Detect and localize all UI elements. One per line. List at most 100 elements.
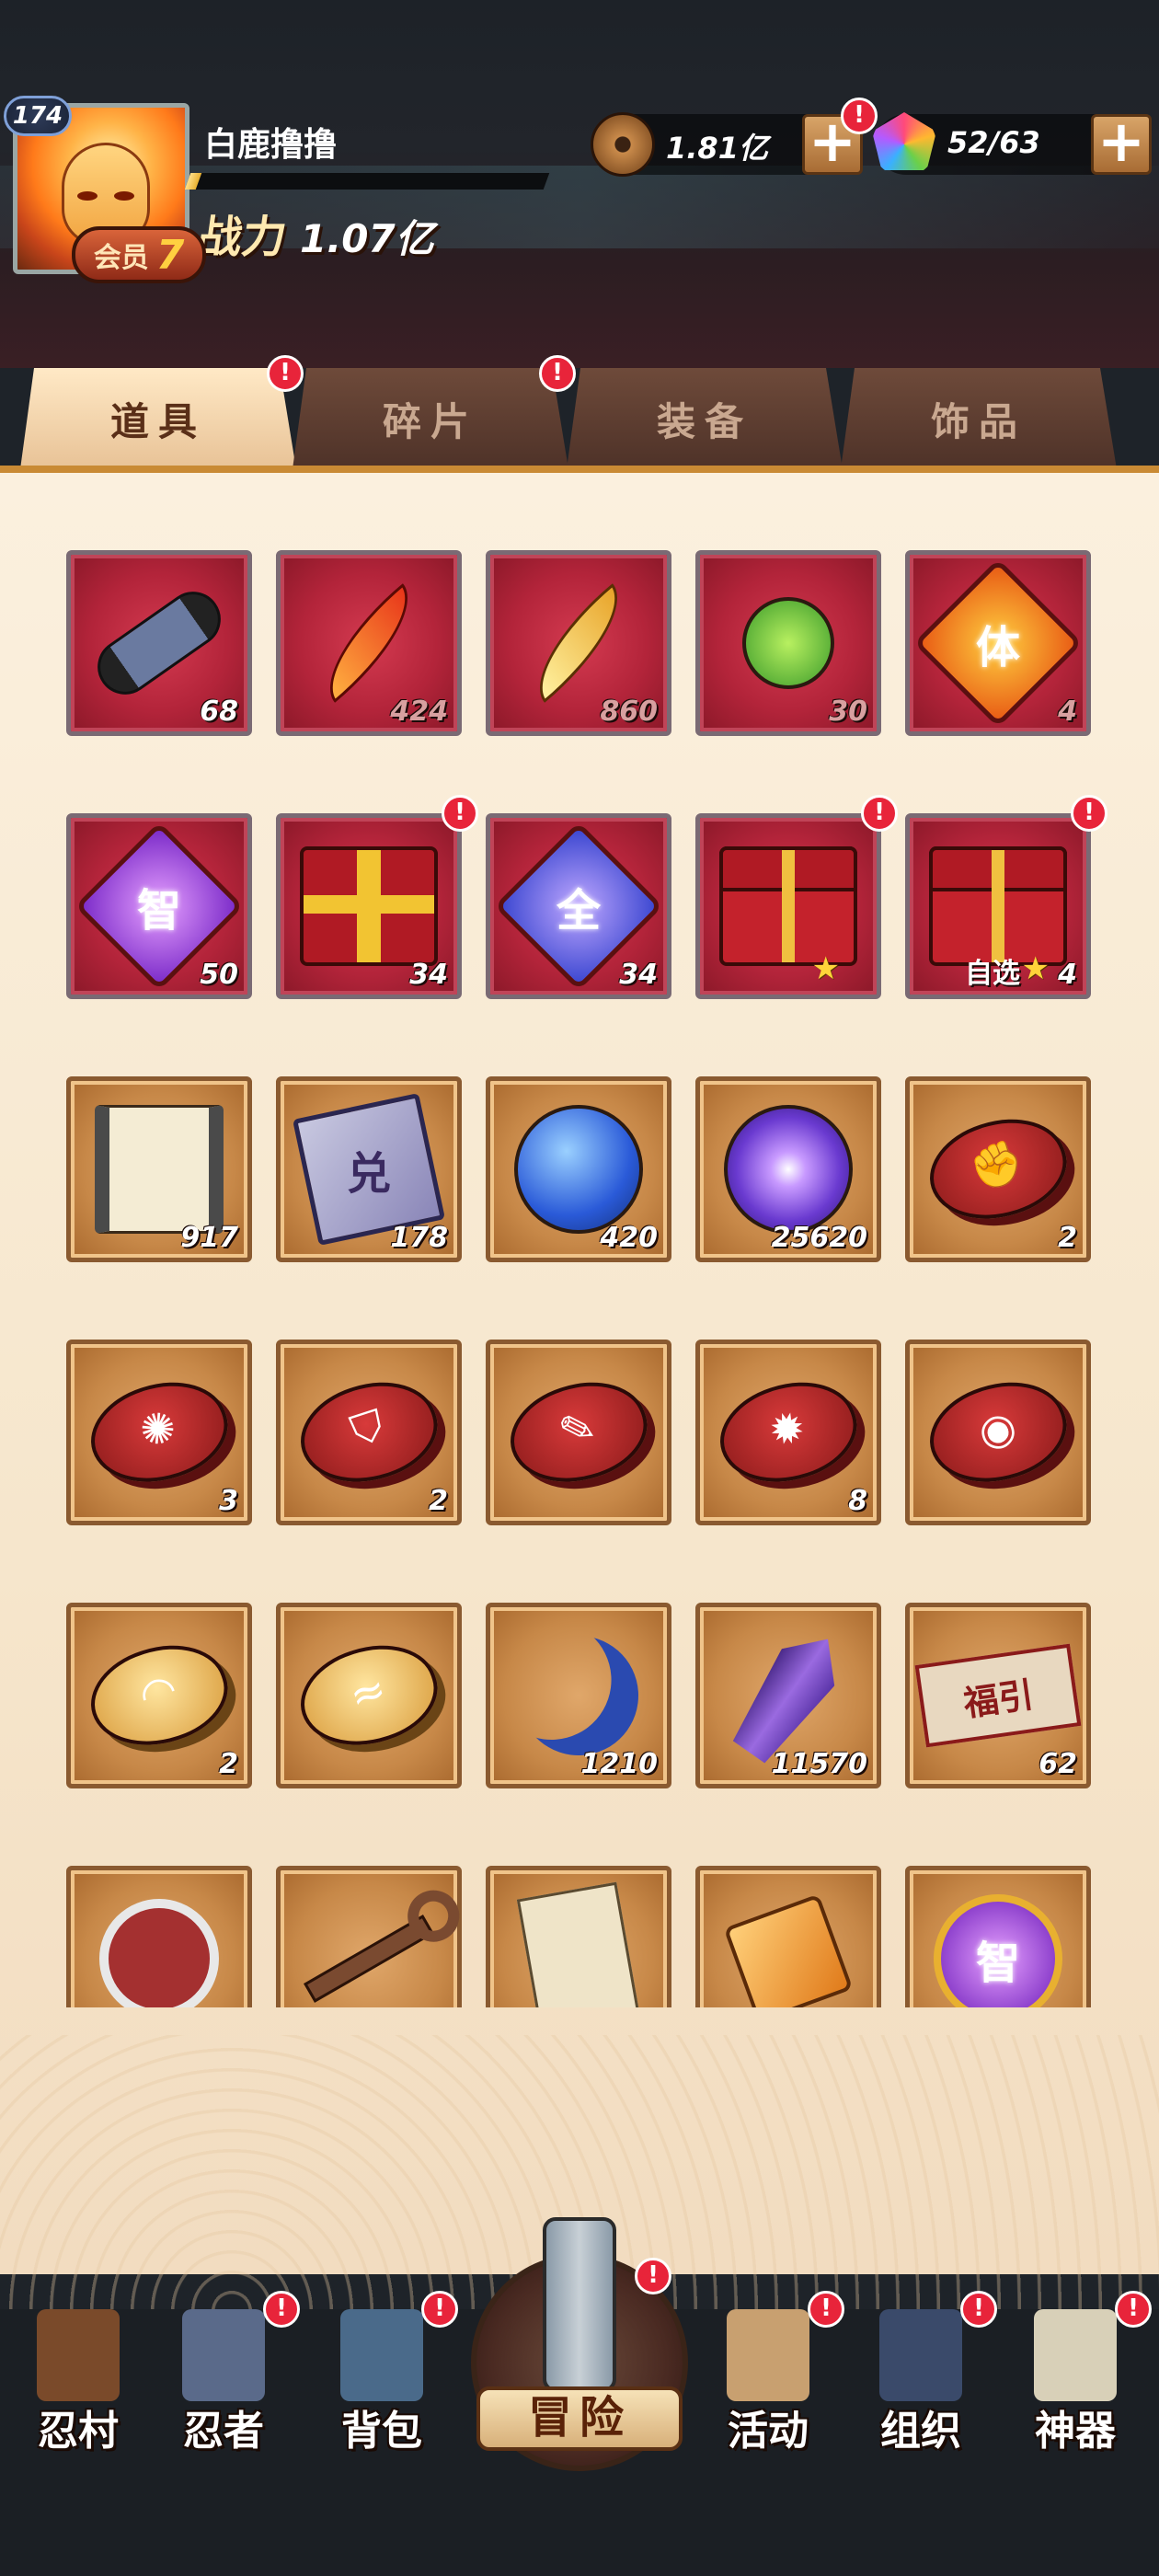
item-glyph: 全 <box>556 885 602 937</box>
avatar-eye <box>77 191 98 201</box>
item-quantity: 1210 <box>580 1748 659 1780</box>
nav-alert-badge: ! <box>635 2258 671 2294</box>
tab-accessories[interactable]: 饰品 <box>841 368 1117 469</box>
item-quantity: 424 <box>390 696 448 728</box>
inventory-item[interactable]: 11570 <box>695 1603 881 1788</box>
item-glyph: 兑 <box>346 1148 392 1200</box>
inventory-item[interactable] <box>66 1866 252 2007</box>
nav-label: 忍者 <box>183 2408 264 2455</box>
item-glyph: 智 <box>975 1938 1021 1989</box>
item-quantity: 68 <box>200 696 238 728</box>
exp-bar <box>184 173 550 190</box>
tab-alert-badge: ! <box>539 355 576 392</box>
inventory-item[interactable]: 34 <box>276 813 462 999</box>
tab-label: 碎片 <box>382 398 478 444</box>
inventory-item[interactable]: ✊ 2 <box>905 1076 1091 1262</box>
nav-artifact[interactable]: 神器 <box>1006 2309 1144 2456</box>
star-icon: ★ <box>1021 950 1050 987</box>
tab-items[interactable]: 道具 <box>20 368 296 469</box>
inventory-item[interactable]: ★ <box>695 813 881 999</box>
bottom-nav: 忍村 忍者! 背包! 冒险! 活动! 组织! 神器! <box>0 2217 1159 2471</box>
nav-alert-badge: ! <box>263 2291 300 2328</box>
inventory-item[interactable]: 体4 <box>905 550 1091 736</box>
item-quantity: 178 <box>390 1222 448 1254</box>
brush-stone-icon: ✎ <box>490 1344 667 1521</box>
tab-fragments[interactable]: 碎片 <box>293 368 568 469</box>
shuriken-icon <box>71 1870 247 2007</box>
add-gems-button[interactable]: + <box>1091 113 1152 175</box>
inventory-item[interactable]: ◠ 2 <box>66 1603 252 1788</box>
item-alert-badge: ! <box>861 795 898 832</box>
combat-power-value: 1.07亿 <box>300 216 434 261</box>
tab-alert-badge: ! <box>267 355 304 392</box>
combat-power: 战力 1.07亿 <box>194 201 434 265</box>
inventory-item[interactable]: 自选 ★ 4 <box>905 813 1091 999</box>
inventory-item[interactable]: ≈ <box>276 1603 462 1788</box>
nav-alert-badge: ! <box>808 2291 844 2328</box>
item-quantity: 11570 <box>771 1748 867 1780</box>
nav-label: 冒险 <box>476 2386 683 2451</box>
inventory-item[interactable]: 860 <box>486 550 671 736</box>
nav-label: 神器 <box>1035 2408 1116 2455</box>
gem-icon <box>872 112 936 170</box>
item-glyph: 体 <box>975 622 1021 673</box>
nav-label: 组织 <box>880 2408 961 2455</box>
inventory-item[interactable]: 30 <box>695 550 881 736</box>
inventory-item[interactable] <box>486 1866 671 2007</box>
item-quantity: 2 <box>219 1748 238 1780</box>
village-gate-icon <box>37 2309 120 2401</box>
item-quantity: 2 <box>429 1485 448 1517</box>
inventory-item[interactable]: ◉ <box>905 1340 1091 1525</box>
item-tag: 自选 <box>965 958 1020 990</box>
inventory-item[interactable]: 福引 62 <box>905 1603 1091 1788</box>
inventory-item[interactable]: ✺ 3 <box>66 1340 252 1525</box>
inventory-item[interactable]: 全 34 <box>486 813 671 999</box>
item-glyph: 智 <box>136 885 182 937</box>
inventory-item[interactable]: 智 50 <box>66 813 252 999</box>
nav-organization[interactable]: 组织 <box>852 2309 990 2456</box>
tab-equipment[interactable]: 装备 <box>567 368 843 469</box>
paper-tag-icon <box>490 1870 667 2007</box>
coin-amount: 1.81亿 <box>666 131 768 166</box>
nav-adventure[interactable]: 冒险 <box>471 2217 688 2471</box>
tab-label: 饰品 <box>930 398 1027 444</box>
eye-stone-icon: ◉ <box>910 1344 1086 1521</box>
nav-alert-badge: ! <box>421 2291 458 2328</box>
red-chest-icon <box>700 818 877 995</box>
inventory-item[interactable]: 智 <box>905 1866 1091 2007</box>
inventory-item[interactable]: ⛉ 2 <box>276 1340 462 1525</box>
inventory-item[interactable]: ✎ <box>486 1340 671 1525</box>
inventory-item[interactable] <box>276 1866 469 2007</box>
nav-village[interactable]: 忍村 <box>9 2309 147 2456</box>
star-icon: ★ <box>811 950 840 987</box>
tab-label: 装备 <box>656 398 752 444</box>
amber-hammer-icon <box>700 1870 877 2007</box>
item-quantity: 50 <box>200 959 238 991</box>
coin-icon <box>591 112 655 177</box>
nav-backpack[interactable]: 背包 <box>313 2309 451 2456</box>
nav-ninja[interactable]: 忍者 <box>155 2309 293 2456</box>
ninja-head-icon <box>182 2309 265 2401</box>
nav-label: 背包 <box>341 2408 422 2455</box>
inventory-item[interactable]: 424 <box>276 550 462 736</box>
item-quantity: 25620 <box>771 1222 867 1254</box>
nav-activity[interactable]: 活动 <box>699 2309 837 2456</box>
inventory-item[interactable]: 917 <box>66 1076 252 1262</box>
top-header: 174 会员 7 白鹿撸撸 战力 1.07亿 1.81亿 + ! 52/63 + <box>0 0 1159 368</box>
inventory-item[interactable]: ✹ 8 <box>695 1340 881 1525</box>
item-quantity: 62 <box>1039 1748 1077 1780</box>
inventory-item[interactable]: 1210 <box>486 1603 671 1788</box>
item-quantity: 8 <box>848 1485 867 1517</box>
combat-power-label: 战力 <box>194 212 291 263</box>
inventory-item[interactable]: 68 <box>66 550 252 736</box>
inventory-item[interactable]: 420 <box>486 1076 671 1262</box>
nav-label: 忍村 <box>38 2408 119 2455</box>
item-quantity: 917 <box>180 1222 238 1254</box>
inventory-item[interactable]: 兑 178 <box>276 1076 462 1262</box>
nav-alert-badge: ! <box>1115 2291 1152 2328</box>
inventory-item[interactable] <box>695 1866 881 2007</box>
inventory-item[interactable]: 25620 <box>695 1076 881 1262</box>
item-quantity: 860 <box>600 696 658 728</box>
adventure-scroll-icon <box>543 2217 616 2392</box>
vip-badge[interactable]: 会员 7 <box>72 226 206 283</box>
